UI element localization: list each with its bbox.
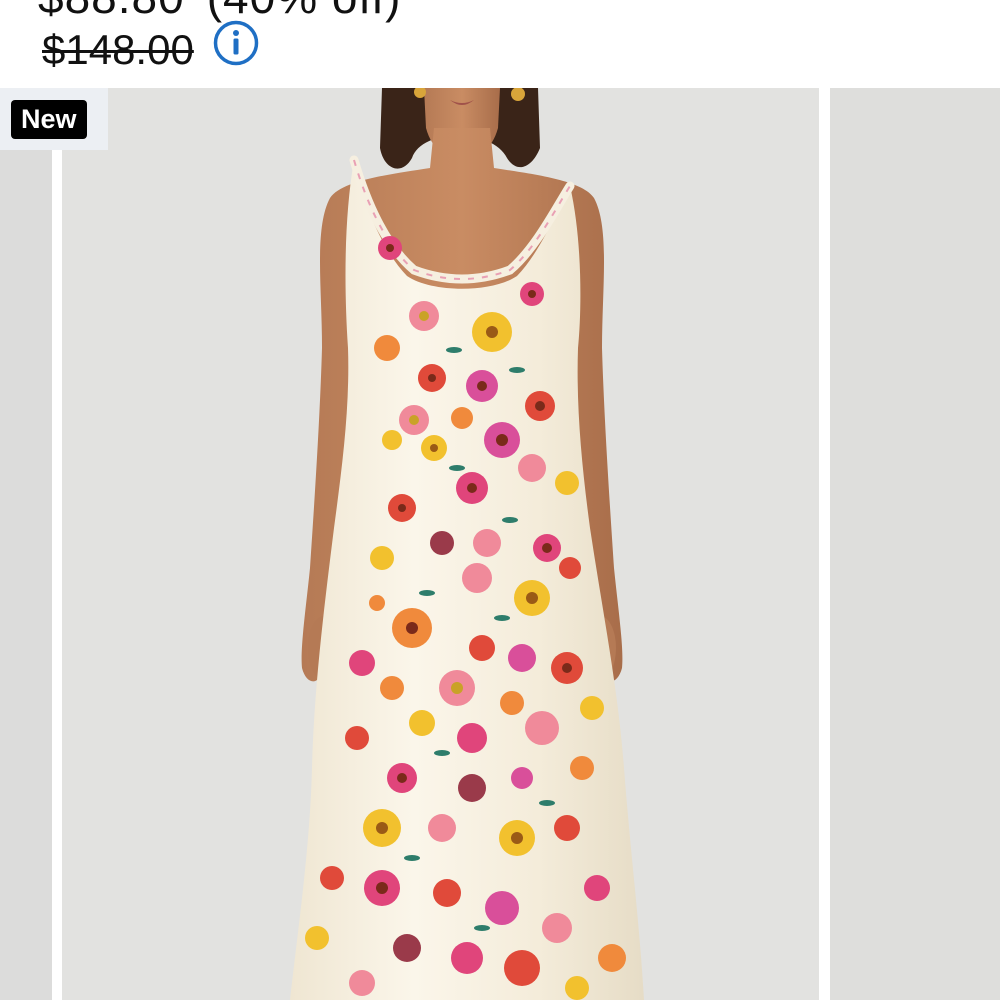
carousel-slide-main[interactable] <box>62 88 819 1000</box>
info-circle-icon <box>213 20 259 66</box>
original-price: $148.00 <box>42 26 194 73</box>
carousel-slide-previous[interactable] <box>0 88 52 1000</box>
product-image <box>290 88 644 1000</box>
new-badge: New <box>11 100 87 139</box>
carousel-slide-next[interactable] <box>830 88 1000 1000</box>
image-carousel[interactable]: New <box>0 88 1000 1000</box>
badge-container: New <box>0 88 108 150</box>
price-header: $88.80(40% off) $148.00 <box>0 0 1000 88</box>
sale-price: $88.80 <box>38 0 185 23</box>
price-info-button[interactable] <box>213 20 259 66</box>
product-page: $88.80(40% off) $148.00 <box>0 0 1000 1000</box>
